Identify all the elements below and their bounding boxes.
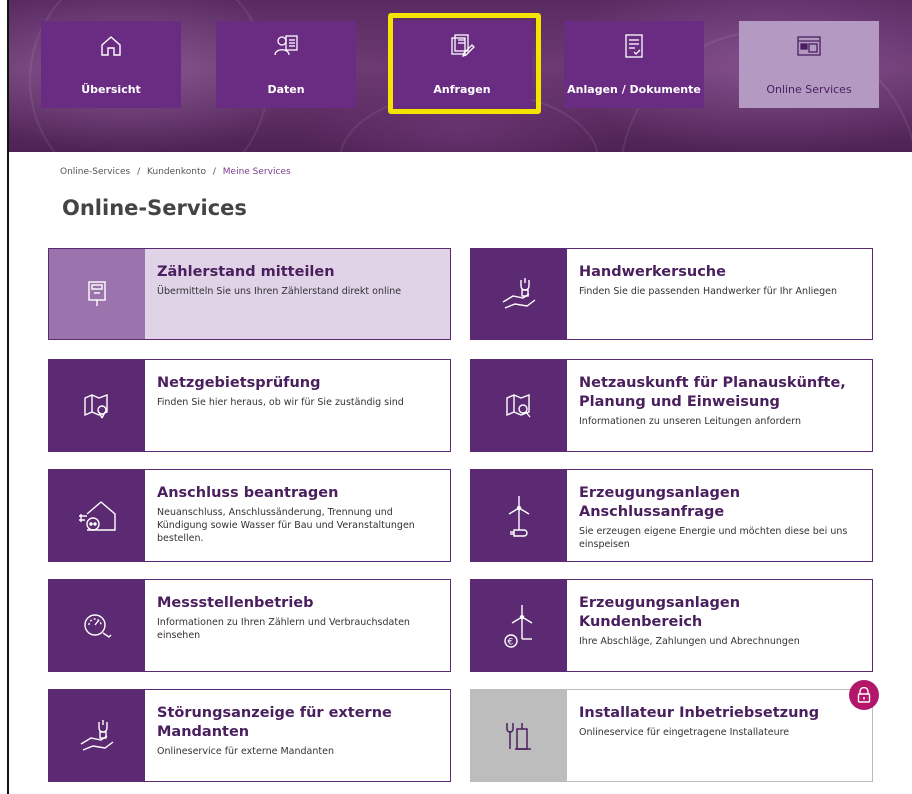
card-description: Informationen zu unseren Leitungen anfor… — [579, 416, 801, 427]
breadcrumb-link-online-services[interactable]: Online-Services — [60, 167, 130, 177]
service-card-zaehlerstand[interactable]: Zählerstand mitteilen Übermitteln Sie un… — [48, 248, 451, 340]
card-description: Sie erzeugen eigene Energie und möchten … — [579, 526, 848, 550]
card-icon-panel: € — [471, 580, 567, 671]
user-card-icon — [274, 35, 298, 56]
breadcrumb-current: Meine Services — [222, 167, 291, 177]
nav-tile-label: Daten — [267, 83, 305, 96]
card-icon-panel — [49, 580, 145, 671]
service-card-messstellenbetrieb[interactable]: Messstellenbetrieb Informationen zu Ihre… — [48, 579, 451, 672]
nav-tile-label: Anlagen / Dokumente — [567, 83, 701, 96]
card-title: Netzgebietsprüfung — [157, 375, 321, 391]
card-title: Handwerkersuche — [579, 264, 726, 280]
card-title: Netzauskunft für Planauskünfte, Planung … — [579, 375, 846, 410]
card-title: Anschluss beantragen — [157, 485, 339, 501]
map-search-icon — [506, 393, 531, 417]
card-description: Ihre Abschläge, Zahlungen und Abrechnung… — [579, 636, 800, 647]
breadcrumb-link-kundenkonto[interactable]: Kundenkonto — [147, 167, 206, 177]
nav-tile-uebersicht[interactable]: Übersicht — [41, 21, 181, 108]
nav-tile-online-services[interactable]: Online Services — [739, 21, 879, 108]
nav-tile-label: Übersicht — [81, 83, 141, 96]
card-description: Übermitteln Sie uns Ihren Zählerstand di… — [157, 286, 402, 297]
card-title: Messstellenbetrieb — [157, 595, 314, 611]
card-description: Finden Sie hier heraus, ob wir für Sie z… — [157, 397, 404, 408]
home-icon — [101, 36, 121, 56]
card-title: Störungsanzeige für externe Mandanten — [157, 705, 392, 740]
svg-text:€: € — [508, 637, 514, 647]
service-card-netzgebietspruefung[interactable]: Netzgebietsprüfung Finden Sie hier herau… — [48, 359, 451, 452]
highlight-box — [388, 13, 541, 114]
card-description: Onlineservice für eingetragene Installat… — [579, 727, 790, 738]
card-description: Finden Sie die passenden Handwerker für … — [579, 286, 837, 297]
card-icon-panel — [471, 360, 567, 451]
hand-tool-icon — [80, 719, 114, 751]
nav-tile-anlagen-dokumente[interactable]: Anlagen / Dokumente — [564, 21, 704, 108]
hand-tool-icon — [502, 278, 536, 309]
card-icon-panel — [471, 249, 567, 339]
browser-window-icon — [797, 36, 821, 56]
gauge-icon — [84, 613, 112, 638]
meter-icon — [88, 281, 106, 306]
card-description: Onlineservice für externe Mandanten — [157, 746, 334, 757]
card-icon-panel — [471, 470, 567, 561]
service-card-erzeugungsanlagen-anschlussanfrage[interactable]: Erzeugungsanlagen Anschlussanfrage Sie e… — [470, 469, 873, 562]
breadcrumb-separator: / — [137, 167, 141, 177]
document-icon — [625, 34, 643, 58]
wind-turbine-plug-icon — [508, 495, 530, 537]
card-description: Neuanschluss, Anschlussänderung, Trennun… — [157, 507, 415, 544]
installer-tools-icon — [506, 722, 531, 750]
lock-icon — [857, 687, 871, 703]
page-title: Online-Services — [62, 196, 247, 220]
map-pin-icon — [84, 393, 108, 418]
house-plug-icon — [79, 500, 116, 531]
service-card-netzauskunft[interactable]: Netzauskunft für Planauskünfte, Planung … — [470, 359, 873, 452]
breadcrumb-separator: / — [212, 167, 216, 177]
lock-badge[interactable] — [849, 680, 879, 710]
card-icon-panel — [49, 249, 145, 339]
nav-tile-label: Online Services — [766, 83, 852, 96]
card-title: Erzeugungsanlagen Kundenbereich — [579, 595, 741, 630]
card-title: Erzeugungsanlagen Anschlussanfrage — [579, 485, 741, 520]
card-icon-panel — [49, 690, 145, 781]
card-icon-panel — [49, 360, 145, 451]
card-title: Zählerstand mitteilen — [157, 264, 335, 280]
service-card-stoerungsanzeige[interactable]: Störungsanzeige für externe Mandanten On… — [48, 689, 451, 782]
card-description: Informationen zu Ihren Zählern und Verbr… — [157, 617, 410, 641]
nav-tile-daten[interactable]: Daten — [216, 21, 356, 108]
service-card-installateur-inbetriebsetzung[interactable]: Installateur Inbetriebsetzung Onlineserv… — [470, 689, 873, 782]
card-icon-panel — [49, 470, 145, 561]
service-card-erzeugungsanlagen-kundenbereich[interactable]: € Erzeugungsanlagen Kundenbereich Ihre A… — [470, 579, 873, 672]
card-icon-panel — [471, 690, 567, 781]
service-card-handwerkersuche[interactable]: Handwerkersuche Finden Sie die passenden… — [470, 248, 873, 340]
service-card-anschluss-beantragen[interactable]: Anschluss beantragen Neuanschluss, Ansch… — [48, 469, 451, 562]
card-title: Installateur Inbetriebsetzung — [579, 705, 820, 721]
wind-turbine-euro-icon: € — [504, 604, 533, 648]
breadcrumb: Online-Services / Kundenkonto / Meine Se… — [60, 167, 291, 177]
